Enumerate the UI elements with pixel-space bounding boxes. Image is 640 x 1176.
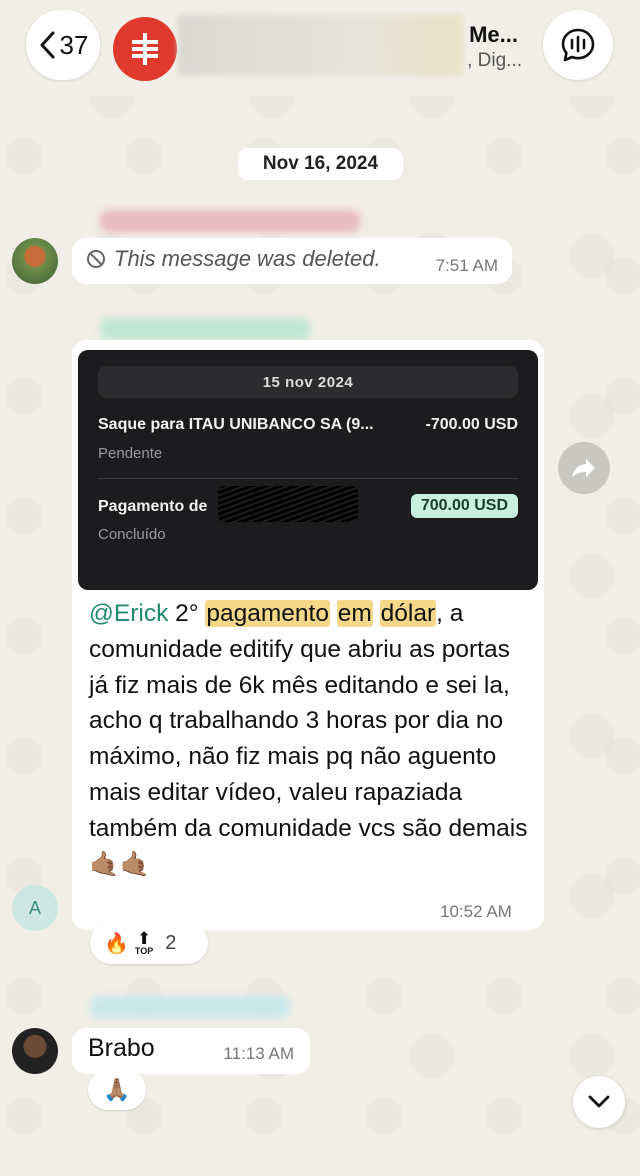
top-emoji-icon: ⬆ TOP [134,929,154,956]
search-highlight: pagamento [205,600,330,627]
payment-screenshot-image[interactable]: 15 nov 2024 Saque para ITAU UNIBANCO SA … [78,350,538,590]
mention-link[interactable]: @Erick [89,600,168,627]
blurred-sender-name [100,318,310,340]
blurred-sender-name [100,210,360,232]
chevron-down-icon [588,1095,610,1108]
sender-avatar[interactable]: A [12,885,58,931]
receipt-date: 15 nov 2024 [98,366,518,398]
reaction-pill[interactable]: 🙏🏽 [88,1070,146,1110]
chevron-left-icon [40,31,55,59]
payment-amount-badge: 700.00 USD [410,494,518,518]
blurred-sender-name [90,996,290,1018]
forward-button[interactable] [558,442,610,494]
message-time: 11:13 AM [223,1044,294,1063]
divider [98,478,518,479]
audio-call-button[interactable] [543,10,613,80]
text-message-bubble[interactable]: Brabo 11:13 AM [72,1028,310,1074]
withdrawal-amount: -700.00 USD [425,416,519,433]
deleted-message-bubble[interactable]: This message was deleted. 7:51 AM [72,238,512,284]
forward-arrow-icon [572,459,595,478]
deleted-message-text: This message was deleted. [114,246,381,271]
message-time: 7:51 AM [435,256,498,275]
payment-title: Pagamento de [98,498,208,515]
date-separator: Nov 16, 2024 [238,148,403,180]
redaction-scribble [218,486,358,522]
payment-status: Concluído [98,526,166,543]
back-button[interactable]: 37 [26,10,100,80]
audio-wave-icon [561,28,595,62]
sender-avatar[interactable] [12,1028,58,1074]
withdrawal-status: Pendente [98,445,163,462]
search-highlight: dólar [379,600,437,627]
group-avatar[interactable] [113,17,177,81]
scroll-to-bottom-button[interactable] [573,1076,625,1128]
sender-avatar[interactable] [12,238,58,284]
blurred-group-name [178,14,463,76]
reactions-pill[interactable]: 🔥 ⬆ TOP 2 [90,922,208,964]
reaction-count: 2 [165,931,177,954]
search-highlight: em [336,600,373,627]
message-text: Brabo [88,1034,155,1062]
message-text: @Erick 2° pagamento em dólar, a comunida… [89,600,528,878]
chat-header: 37 Me... , Dig... [0,0,640,96]
group-logo-icon [132,33,158,65]
fire-emoji: 🔥 [104,932,129,955]
deleted-icon [87,250,105,268]
unread-count: 37 [59,29,89,60]
message-time: 10:52 AM [440,902,512,921]
withdrawal-title: Saque para ITAU UNIBANCO SA (9... [98,416,374,433]
